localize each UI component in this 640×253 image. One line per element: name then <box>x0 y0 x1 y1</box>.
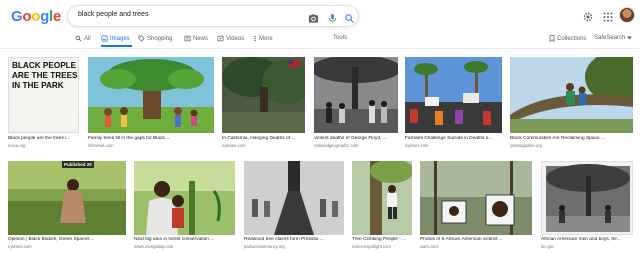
search-tabs: All Images Shopping News Videos More Too… <box>0 32 640 48</box>
result-source[interactable]: moca.org <box>8 143 25 148</box>
bookmark-icon <box>549 35 555 42</box>
search-input[interactable]: black people and trees <box>78 11 148 18</box>
result-caption[interactable]: Tree Climbing People - ... <box>352 237 412 242</box>
result-source[interactable]: parksconservancy.org <box>244 244 285 249</box>
result-source[interactable]: sciencespotlight.com <box>352 244 391 249</box>
result-caption[interactable]: Families Challenge Suicide in Deaths o..… <box>405 136 502 141</box>
result-thumbnail[interactable] <box>405 57 502 133</box>
result-thumbnail[interactable] <box>510 57 633 133</box>
search-box[interactable]: black people and trees <box>67 5 359 27</box>
result-source[interactable]: nbcnews.com <box>88 143 114 148</box>
tab-images[interactable]: Images <box>101 35 130 42</box>
result-source[interactable]: yesmagazine.org <box>510 143 542 148</box>
result-caption[interactable]: Photos of 6 African American victims ... <box>420 237 532 242</box>
tab-label: Images <box>110 35 130 42</box>
result-source[interactable]: nytimes.com <box>222 143 246 148</box>
tab-label: News <box>193 35 209 42</box>
tab-label: Shopping <box>147 35 173 42</box>
result-thumbnail[interactable] <box>134 161 235 235</box>
safesearch-button[interactable]: SafeSearch <box>594 35 633 41</box>
result-caption[interactable]: African American men and boys, thr... <box>541 237 633 242</box>
image-result[interactable]: BLACK PEOPLE ARE THE TREES IN THE PARK B… <box>8 57 79 150</box>
result-thumbnail[interactable] <box>222 57 305 133</box>
result-source[interactable]: nytimes.com <box>8 244 32 249</box>
result-caption[interactable]: Next big idea in forest conservation ... <box>134 237 235 242</box>
logo-letter: o <box>22 8 32 25</box>
result-source[interactable]: loc.gov <box>541 244 554 249</box>
tag-icon <box>138 35 145 42</box>
image-result[interactable]: Family trees fill in the gaps for Black … <box>88 57 214 150</box>
logo-letter: o <box>31 8 41 25</box>
result-thumbnail[interactable]: BLACK PEOPLE ARE THE TREES IN THE PARK <box>8 57 79 133</box>
logo-letter: G <box>11 8 23 25</box>
result-thumbnail[interactable] <box>244 161 344 235</box>
result-caption[interactable]: Black people are the trees i... <box>8 136 79 141</box>
image-result[interactable]: Published 20 Opinion | Black Bodies, Gre… <box>8 161 126 253</box>
more-vert-icon <box>254 35 256 42</box>
result-source[interactable]: news.mongabay.com <box>134 244 173 249</box>
tools-button[interactable]: Tools <box>333 35 347 41</box>
image-result[interactable]: Violent deaths of George Floyd, ... nati… <box>314 57 398 150</box>
result-caption[interactable]: Family trees fill in the gaps for Black … <box>88 136 214 141</box>
result-source[interactable]: nytimes.com <box>405 143 429 148</box>
news-icon <box>184 35 191 42</box>
result-source[interactable]: wam.com <box>420 244 438 249</box>
collections-label: Collections <box>557 35 587 42</box>
tools-label: Tools <box>333 35 348 41</box>
result-thumbnail[interactable] <box>352 161 412 235</box>
result-thumbnail[interactable] <box>88 57 214 133</box>
image-result[interactable]: Black Communities Are Reclaiming Space .… <box>510 57 633 150</box>
image-result[interactable]: Families Challenge Suicide in Deaths o..… <box>405 57 502 150</box>
image-result[interactable]: In California, Hanging Deaths of ... nyt… <box>222 57 305 150</box>
tab-videos[interactable]: Videos <box>217 35 244 42</box>
result-caption[interactable]: Opinion | Black Bodies, Green Spaces ... <box>8 237 126 242</box>
active-tab-indicator <box>101 45 132 47</box>
result-thumbnail[interactable] <box>541 161 633 235</box>
image-results-grid: BLACK PEOPLE ARE THE TREES IN THE PARK B… <box>0 49 640 253</box>
mic-icon[interactable] <box>327 11 338 24</box>
tab-news[interactable]: News <box>184 35 208 42</box>
result-caption[interactable]: Violent deaths of George Floyd, ... <box>314 136 398 141</box>
apps-icon[interactable] <box>602 10 614 22</box>
result-caption[interactable]: Black Communities Are Reclaiming Space .… <box>510 136 633 141</box>
result-thumbnail[interactable]: Published 20 <box>8 161 126 235</box>
image-result[interactable]: Next big idea in forest conservation ...… <box>134 161 235 253</box>
settings-icon[interactable] <box>582 10 594 22</box>
header: Google black people and trees <box>0 0 640 32</box>
result-caption[interactable]: In California, Hanging Deaths of ... <box>222 136 305 141</box>
tab-label: More <box>259 35 273 42</box>
image-result[interactable]: Tree Climbing People - ... sciencespotli… <box>352 161 412 253</box>
tab-shopping[interactable]: Shopping <box>138 35 172 42</box>
image-result[interactable]: Photos of 6 African American victims ...… <box>420 161 532 253</box>
result-thumbnail[interactable] <box>420 161 532 235</box>
collections-button[interactable]: Collections <box>549 35 586 42</box>
result-thumbnail[interactable] <box>314 57 398 133</box>
safesearch-label: SafeSearch <box>594 35 626 41</box>
search-icon <box>75 35 82 42</box>
image-icon <box>101 35 108 42</box>
camera-icon[interactable] <box>308 11 319 23</box>
tab-more[interactable]: More <box>253 35 273 42</box>
result-source[interactable]: nationalgeographic.com <box>314 143 358 148</box>
tab-label: All <box>84 35 91 42</box>
sign-text: BLACK PEOPLE ARE THE TREES IN THE PARK <box>12 61 78 90</box>
avatar[interactable] <box>619 7 635 23</box>
tab-label: Videos <box>226 35 245 42</box>
video-icon <box>217 35 224 42</box>
tab-all[interactable]: All <box>75 35 91 42</box>
image-result[interactable]: Redwood tree claims form Presidio ... pa… <box>244 161 344 253</box>
published-badge: Published 20 <box>62 161 94 168</box>
image-result[interactable]: African American men and boys, thr... lo… <box>541 161 633 253</box>
result-caption[interactable]: Redwood tree claims form Presidio ... <box>244 237 344 242</box>
chevron-down-icon <box>627 36 633 40</box>
google-logo[interactable]: Google <box>11 8 61 25</box>
logo-letter: g <box>40 8 49 25</box>
logo-letter: e <box>52 8 61 25</box>
search-icon[interactable] <box>344 11 355 24</box>
